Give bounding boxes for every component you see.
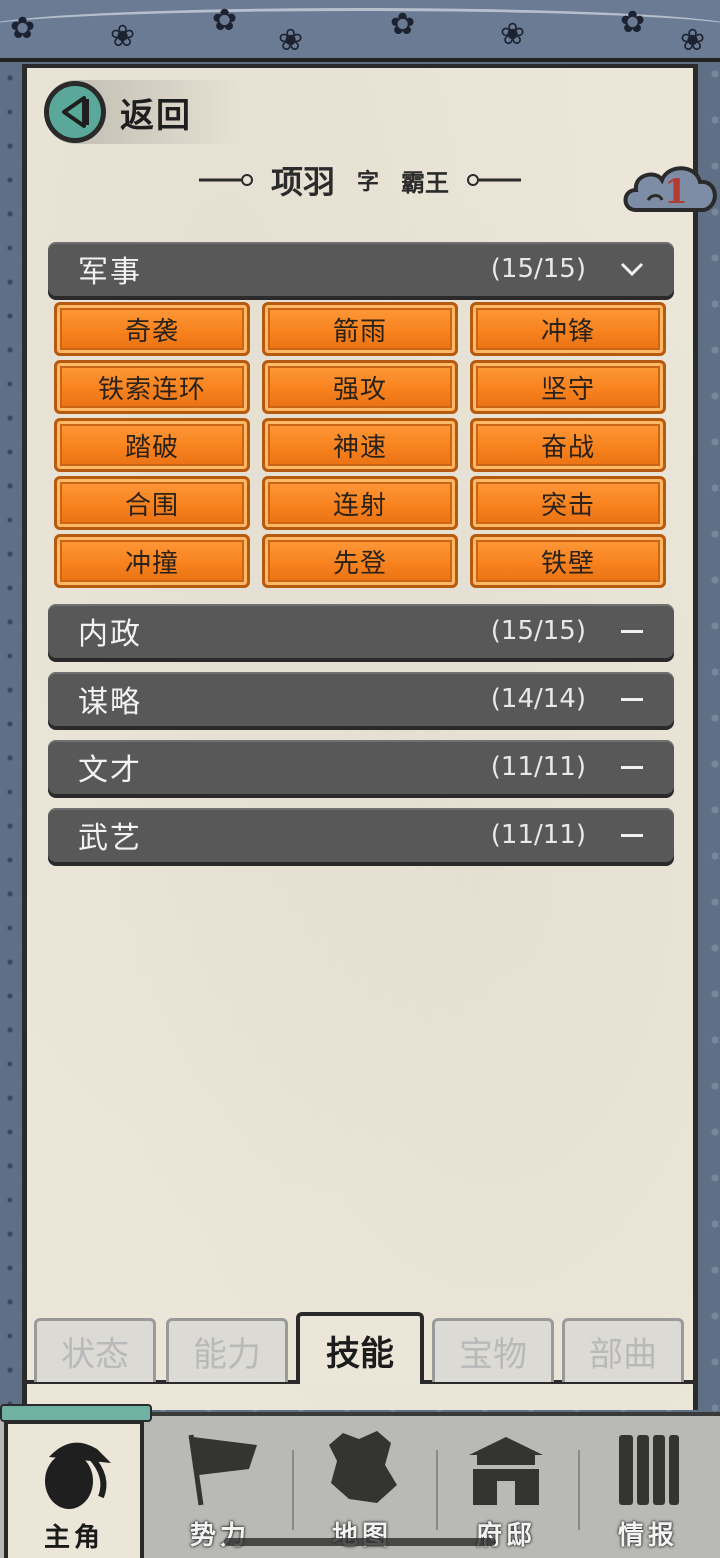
tab-troops[interactable]: 部曲 [562,1318,684,1382]
skill-button[interactable]: 合围 [54,476,250,530]
back-button[interactable]: 返回 [44,80,240,144]
courtesy-label: 字 [357,170,380,195]
section-count: (15/15) [490,254,586,284]
skill-button[interactable]: 铁壁 [470,534,666,588]
character-name-row: 项羽 字 霸王 [160,156,560,204]
chevron-down-icon [612,262,652,276]
section-header-strategy[interactable]: 谋略 (14/14) [48,672,674,726]
tab-abilities[interactable]: 能力 [166,1318,288,1382]
ornament-left-icon [198,174,253,186]
ornament-right-icon [467,174,522,186]
section-header-martial[interactable]: 武艺 (11/11) [48,808,674,862]
nav-map[interactable]: 地图 [292,1418,432,1558]
section-count: (15/15) [490,616,586,646]
flower-icon: ✿ [10,11,36,46]
section-title: 军事 [78,255,142,290]
back-arrow-icon [44,81,106,143]
flower-icon: ❀ [680,23,706,58]
collapse-icon [612,629,652,633]
flower-icon: ✿ [212,3,238,38]
flag-icon [188,1434,257,1506]
vine-decoration [0,8,720,48]
section-count: (14/14) [490,684,586,714]
badge-count: 1 [664,172,688,212]
top-decor-band: ✿ ❀ ✿ ❀ ✿ ❀ ✿ ❀ [0,0,720,62]
section-title: 文才 [78,753,142,788]
flower-icon: ❀ [278,23,304,58]
section-count: (11/11) [490,752,586,782]
nav-label: 府邸 [475,1521,536,1551]
section-header-military[interactable]: 军事 (15/15) [48,242,674,296]
skill-button[interactable]: 箭雨 [262,302,458,356]
skill-button[interactable]: 踏破 [54,418,250,472]
nav-hero[interactable]: 主角 [4,1420,144,1558]
collapse-icon [612,833,652,837]
flower-icon: ✿ [620,5,646,40]
skill-button[interactable]: 坚守 [470,360,666,414]
character-title: 霸王 [401,168,450,197]
flower-icon: ❀ [500,17,526,52]
skill-button[interactable]: 冲撞 [54,534,250,588]
skill-button[interactable]: 奋战 [470,418,666,472]
section-title: 谋略 [78,685,142,720]
tab-skills[interactable]: 技能 [296,1312,424,1384]
section-count: (11/11) [490,820,586,850]
collapse-icon [612,697,652,701]
skill-button[interactable]: 冲锋 [470,302,666,356]
section-title: 武艺 [78,821,142,856]
section-header-administration[interactable]: 内政 (15/15) [48,604,674,658]
skill-button[interactable]: 突击 [470,476,666,530]
nav-label: 主角 [43,1523,104,1553]
nav-mansion[interactable]: 府邸 [436,1418,576,1558]
skill-button[interactable]: 神速 [262,418,458,472]
scroll-icon [619,1435,679,1505]
mansion-icon [469,1437,543,1505]
tab-status[interactable]: 状态 [34,1318,156,1382]
nav-intel[interactable]: 情报 [578,1418,718,1558]
nav-label: 势力 [189,1521,250,1551]
skill-button[interactable]: 先登 [262,534,458,588]
character-name: 项羽 [270,163,335,201]
map-icon [329,1431,397,1503]
nav-label: 情报 [617,1521,678,1551]
nav-faction[interactable]: 势力 [150,1418,290,1558]
home-indicator[interactable] [224,1538,496,1546]
tab-treasures[interactable]: 宝物 [432,1318,554,1382]
flower-icon: ❀ [110,19,136,54]
flower-icon: ✿ [390,7,416,42]
section-header-literary[interactable]: 文才 (11/11) [48,740,674,794]
skill-button[interactable]: 强攻 [262,360,458,414]
skill-button[interactable]: 铁索连环 [54,360,250,414]
nav-label: 地图 [331,1521,392,1551]
back-label: 返回 [120,95,192,136]
skill-button[interactable]: 奇袭 [54,302,250,356]
hero-icon [45,1442,111,1509]
section-title: 内政 [78,617,142,652]
skill-button[interactable]: 连射 [262,476,458,530]
collapse-icon [612,765,652,769]
